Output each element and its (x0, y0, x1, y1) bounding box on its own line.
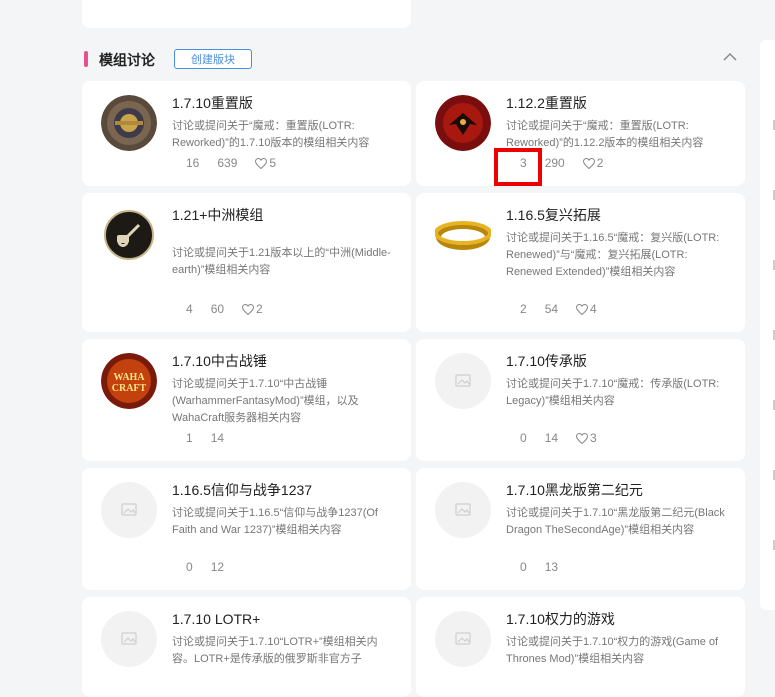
thread-count: 2 (520, 302, 527, 316)
heart-icon (255, 157, 268, 169)
section-accent-bar (84, 51, 88, 67)
forum-card[interactable]: 1.12.2重置版 讨论或提问关于“魔戒：重置版(LOTR: Reworked)… (416, 81, 745, 186)
side-panel-edge (760, 40, 775, 610)
like-count[interactable]: 4 (576, 302, 597, 316)
forum-description: 讨论或提问关于1.7.10“黑龙版第二纪元(Black Dragon TheSe… (506, 507, 725, 536)
card-stats: 0 13 (520, 560, 576, 574)
image-placeholder-icon (101, 482, 157, 538)
forum-card[interactable]: 1.16.5复兴拓展 讨论或提问关于1.16.5“魔戒：复兴版(LOTR: Re… (416, 193, 745, 332)
forum-description: 讨论或提问关于1.21版本以上的“中洲(Middle-earth)”模组相关内容 (172, 247, 391, 276)
image-placeholder-icon (435, 353, 491, 409)
thread-count: 0 (186, 560, 193, 574)
like-count[interactable]: 2 (582, 156, 604, 170)
forum-title[interactable]: 1.16.5信仰与战争1237 (172, 480, 312, 500)
forum-card[interactable]: WAHA CRAFT 1.7.10中古战锤 讨论或提问关于1.7.10“中古战锤… (82, 339, 411, 461)
forum-card[interactable]: 1.7.10重置版 讨论或提问关于“魔戒：重置版(LOTR: Reworked)… (82, 81, 411, 186)
forum-card[interactable]: 1.7.10黑龙版第二纪元 讨论或提问关于1.7.10“黑龙版第二纪元(Blac… (416, 468, 745, 590)
forum-title[interactable]: 1.7.10中古战锤 (172, 351, 267, 371)
image-placeholder-icon (435, 482, 491, 538)
forum-card-partial[interactable]: 1 29 4 (82, 0, 411, 28)
like-count-value: 3 (590, 431, 597, 445)
heart-icon (576, 432, 589, 444)
thread-count: 0 (520, 431, 527, 445)
forum-card[interactable]: 1.7.10权力的游戏 讨论或提问关于1.7.10“权力的游戏(Game of … (416, 597, 745, 697)
chevron-up-icon[interactable] (723, 52, 737, 62)
heart-icon (582, 157, 595, 169)
post-count: 60 (210, 302, 225, 316)
forum-description: 讨论或提问关于1.7.10“权力的游戏(Game of Thrones Mod)… (506, 636, 719, 665)
like-count-value: 2 (256, 302, 263, 316)
forum-title[interactable]: 1.16.5复兴拓展 (506, 205, 601, 225)
like-count[interactable]: 2 (242, 302, 263, 316)
card-stats: 1 14 (186, 431, 242, 445)
thread-count: 4 (186, 302, 193, 316)
forum-card[interactable]: 1.7.10传承版 讨论或提问关于1.7.10“魔戒：传承版(LOTR: Leg… (416, 339, 745, 461)
forum-description: 讨论或提问关于1.7.10“LOTR+”模组相关内容。LOTR+是传承版的俄罗斯… (172, 636, 378, 665)
post-count: 14 (544, 431, 559, 445)
post-count: 54 (544, 302, 559, 316)
heart-icon (242, 303, 255, 315)
forum-title[interactable]: 1.12.2重置版 (506, 93, 587, 113)
like-count-value: 2 (596, 156, 604, 170)
reworked-emblem (101, 95, 157, 151)
section-title: 模组讨论 (99, 52, 155, 68)
forum-title[interactable]: 1.7.10权力的游戏 (506, 609, 615, 629)
forum-description: 讨论或提问关于“魔戒：重置版(LOTR: Reworked)”的1.7.10版本… (172, 120, 370, 149)
forum-description: 讨论或提问关于1.7.10“中古战锤(WarhammerFantasyMod)”… (172, 378, 359, 424)
card-stats: 0 12 (186, 560, 242, 574)
create-board-button[interactable]: 创建版块 (174, 49, 252, 69)
forum-title[interactable]: 1.7.10 LOTR+ (172, 609, 260, 629)
pipe-emblem (101, 207, 157, 263)
logo-text-line2: CRAFT (112, 383, 147, 394)
post-count: 13 (544, 560, 559, 574)
red-eye-emblem (435, 95, 491, 151)
forum-card[interactable]: 1.21+中洲模组 讨论或提问关于1.21版本以上的“中洲(Middle-ear… (82, 193, 411, 332)
section-header: 模组讨论 创建版块 (82, 48, 745, 72)
forum-title[interactable]: 1.7.10黑龙版第二纪元 (506, 480, 643, 500)
card-stats: 0 14 3 (520, 431, 597, 445)
post-count: 639 (217, 156, 238, 170)
wahacraft-logo: WAHA CRAFT (101, 353, 157, 409)
image-placeholder-icon (435, 611, 491, 667)
heart-icon (576, 303, 589, 315)
post-count: 290 (544, 156, 565, 170)
card-stats: 4 60 2 (186, 302, 263, 316)
image-placeholder-icon (101, 611, 157, 667)
logo-text-line1: WAHA (113, 372, 145, 383)
forum-description: 讨论或提问关于1.16.5“魔戒：复兴版(LOTR: Renewed)”与“魔戒… (506, 232, 720, 278)
like-count[interactable]: 5 (255, 156, 276, 170)
post-count: 12 (210, 560, 225, 574)
forum-title[interactable]: 1.7.10传承版 (506, 351, 587, 371)
forum-card[interactable]: 1.7.10 LOTR+ 讨论或提问关于1.7.10“LOTR+”模组相关内容。… (82, 597, 411, 697)
thread-count: 16 (186, 156, 200, 170)
forum-description: 讨论或提问关于1.7.10“魔戒：传承版(LOTR: Legacy)”模组相关内… (506, 378, 720, 407)
forum-title[interactable]: 1.21+中洲模组 (172, 205, 263, 225)
thread-count: 0 (520, 560, 527, 574)
highlight-box (494, 148, 542, 186)
thread-count: 1 (186, 431, 193, 445)
forum-description: 讨论或提问关于“魔戒：重置版(LOTR: Reworked)”的1.12.2版本… (506, 120, 704, 149)
like-count-value: 5 (269, 156, 277, 170)
forum-card[interactable]: 1.16.5信仰与战争1237 讨论或提问关于1.16.5“信仰与战争1237(… (82, 468, 411, 590)
gold-ring (435, 207, 491, 263)
forum-description: 讨论或提问关于1.16.5“信仰与战争1237(Of Faith and War… (172, 507, 378, 536)
post-count: 14 (210, 431, 225, 445)
like-count-value: 4 (590, 302, 597, 316)
like-count[interactable]: 3 (576, 431, 597, 445)
card-stats: 2 54 4 (520, 302, 597, 316)
forum-title[interactable]: 1.7.10重置版 (172, 93, 253, 113)
card-stats: 16 639 5 (186, 156, 276, 170)
